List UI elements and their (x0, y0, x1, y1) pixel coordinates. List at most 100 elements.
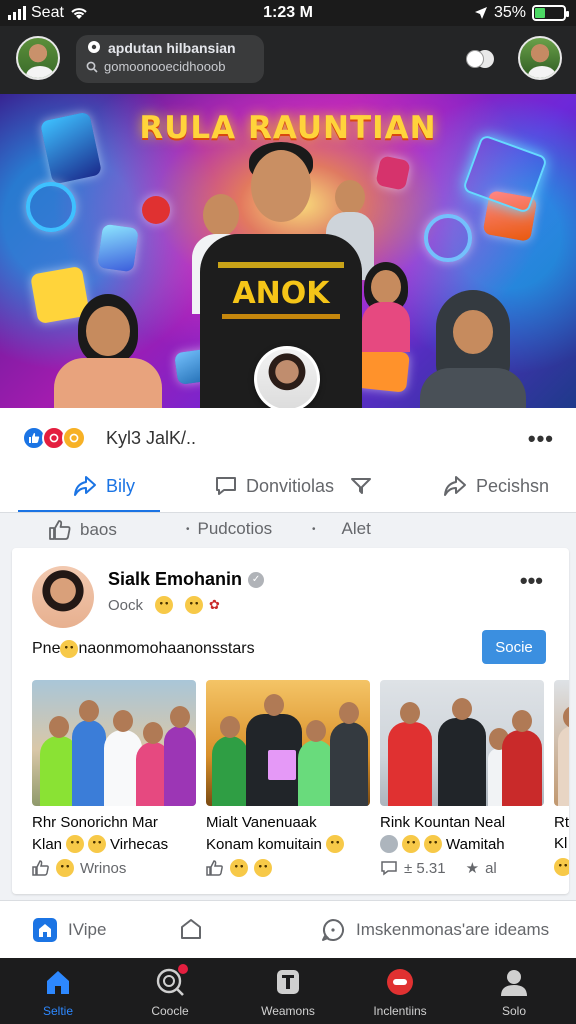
status-right: 35% (474, 4, 569, 22)
photo-image (554, 680, 569, 806)
like-icon (49, 520, 71, 540)
share-icon (74, 476, 96, 496)
subtab-alet[interactable]: • Alet (312, 519, 371, 539)
action-pecishsn[interactable]: Pecishsn (442, 474, 549, 498)
wow-reaction-icon (62, 426, 86, 450)
search-subtitle: gomoonooecidhooob (104, 59, 226, 74)
photo-item[interactable]: Rt Kl (554, 680, 569, 876)
foot-item-messages[interactable]: Imskenmonas'are ideams (320, 917, 549, 943)
shirt-text: ANOK (232, 276, 330, 311)
search-bar[interactable]: apdutan hilbansian gomoonooecidhooob (76, 35, 264, 83)
post-text-prefix: Pne (32, 640, 61, 657)
nav-item-coocle[interactable]: Coocle (120, 964, 220, 1018)
photo-image (32, 680, 196, 806)
user-avatar[interactable] (16, 36, 60, 80)
subtab-pudcotios[interactable]: • Pudcotios (186, 519, 272, 539)
bottom-nav: Seltie Coocle Weamons Inclentiins Solo (0, 958, 576, 1024)
photo-image (206, 680, 370, 806)
photo-caption: Rhr Sonorichn Mar (32, 814, 158, 831)
smile-emoji-icon (554, 858, 569, 876)
home-square-icon (33, 918, 57, 942)
message-circle-icon (322, 919, 344, 941)
more-options-icon[interactable]: ••• (528, 426, 554, 452)
photo-subcaption: Wamitah (380, 835, 544, 853)
person-hijab (418, 290, 528, 408)
verified-icon: ✓ (248, 571, 265, 588)
foot-item-vipe[interactable]: IVipe (32, 917, 106, 943)
post-text-suffix: naonmomohaanonsstars (78, 640, 255, 657)
subtab-baos[interactable]: baos (48, 519, 117, 541)
person-right-girl (356, 262, 416, 352)
like-icon (32, 860, 49, 876)
chat-bubble-icon (181, 919, 201, 939)
nav-label: Solo (501, 1004, 527, 1018)
person-left (48, 294, 168, 408)
action-bily-label: Bily (106, 475, 136, 496)
photo-stats: Wrinos (32, 859, 196, 877)
photo-item[interactable]: Rhr Sonorichn Mar Klan Virhecas Wrinos (32, 680, 196, 877)
page-panel: Kyl3 JalK/.. ••• Bily Donvitiolas Pecish… (0, 408, 576, 548)
photo-item[interactable]: Mialt Vanenuaak Konam komuitain (206, 680, 370, 877)
foot-item-chat[interactable] (178, 917, 204, 943)
reaction-names[interactable]: Kyl3 JalK/.. (106, 428, 196, 449)
chat-icon (384, 966, 416, 998)
search-icon (154, 964, 188, 998)
photo-item[interactable]: Rink Kountan Neal Wamitah ± 5.31 ★ al (380, 680, 544, 877)
toggle-icon[interactable] (466, 50, 494, 70)
nav-item-weamons[interactable]: Weamons (238, 966, 338, 1018)
nav-item-solo[interactable]: Solo (464, 966, 564, 1018)
nav-item-seltie[interactable]: Seltie (8, 966, 108, 1018)
reactions-icons[interactable] (22, 426, 86, 450)
filter-icon (351, 478, 372, 494)
nav-label: Seltie (42, 1004, 74, 1018)
photo-subcaption-a: Kl (554, 835, 568, 852)
smile-emoji-icon (230, 859, 248, 877)
photo-stats-a: ± 5.31 (404, 859, 446, 877)
smile-emoji-icon (60, 640, 79, 658)
action-bily[interactable]: Bily (72, 474, 135, 498)
page-profile-picture[interactable] (254, 346, 320, 412)
smile-emoji-icon (88, 835, 107, 853)
notification-badge (178, 964, 188, 974)
smile-emoji-icon (56, 859, 74, 877)
location-pin-icon (88, 41, 100, 53)
post-time: Oock (108, 596, 144, 614)
photo-stats: ± 5.31 ★ al (380, 859, 544, 877)
post-action-button[interactable]: Socie (482, 630, 546, 664)
battery-percent: 35% (493, 4, 526, 21)
ring-graphic (26, 182, 76, 232)
post-text: Pne naonmomohaanonsstars (32, 640, 255, 658)
post-author-avatar[interactable] (32, 566, 94, 628)
composer-bar: IVipe Imskenmonas'are ideams (0, 900, 576, 958)
sub-tabs: baos • Pudcotios • Alet (0, 512, 576, 548)
battery-fill (535, 8, 545, 18)
app-header: apdutan hilbansian gomoonooecidhooob (0, 26, 576, 94)
star-icon: ★ (465, 860, 480, 877)
photo-subcaption-a: Klan (32, 835, 63, 853)
location-arrow-icon (474, 7, 487, 19)
nav-item-inclentiins[interactable]: Inclentiins (350, 966, 450, 1018)
foot-item-vipe-label: IVipe (68, 920, 107, 939)
profile-avatar[interactable] (518, 36, 562, 80)
smile-emoji-icon (424, 835, 442, 853)
post-more-icon[interactable]: ••• (520, 568, 543, 594)
photo-subcaption-b: Wamitah (446, 835, 505, 853)
smile-emoji-icon (155, 596, 174, 614)
action-pecishsn-label: Pecishsn (476, 475, 550, 496)
subtab-baos-label: baos (80, 520, 117, 539)
home-icon (42, 966, 74, 998)
profile-icon (498, 966, 530, 998)
action-donvitiolas-label: Donvitiolas (246, 475, 335, 496)
small-card-graphic (375, 155, 411, 191)
search-icon (86, 61, 98, 73)
action-donvitiolas[interactable]: Donvitiolas (214, 474, 372, 498)
nav-label: Inclentiins (373, 1004, 427, 1018)
photo-subcaption-b: Virhecas (110, 835, 169, 853)
photo-subcaption: Konam komuitain (206, 835, 370, 853)
photo-carousel: Rhr Sonorichn Mar Klan Virhecas Wrinos M… (32, 680, 569, 880)
nav-label: Weamons (261, 1004, 315, 1018)
post-author-row[interactable]: Sialk Emohanin ✓ (108, 569, 265, 590)
battery-icon (532, 5, 569, 21)
subtab-pudcotios-label: Pudcotios (197, 519, 273, 538)
trash-icon (272, 966, 304, 998)
